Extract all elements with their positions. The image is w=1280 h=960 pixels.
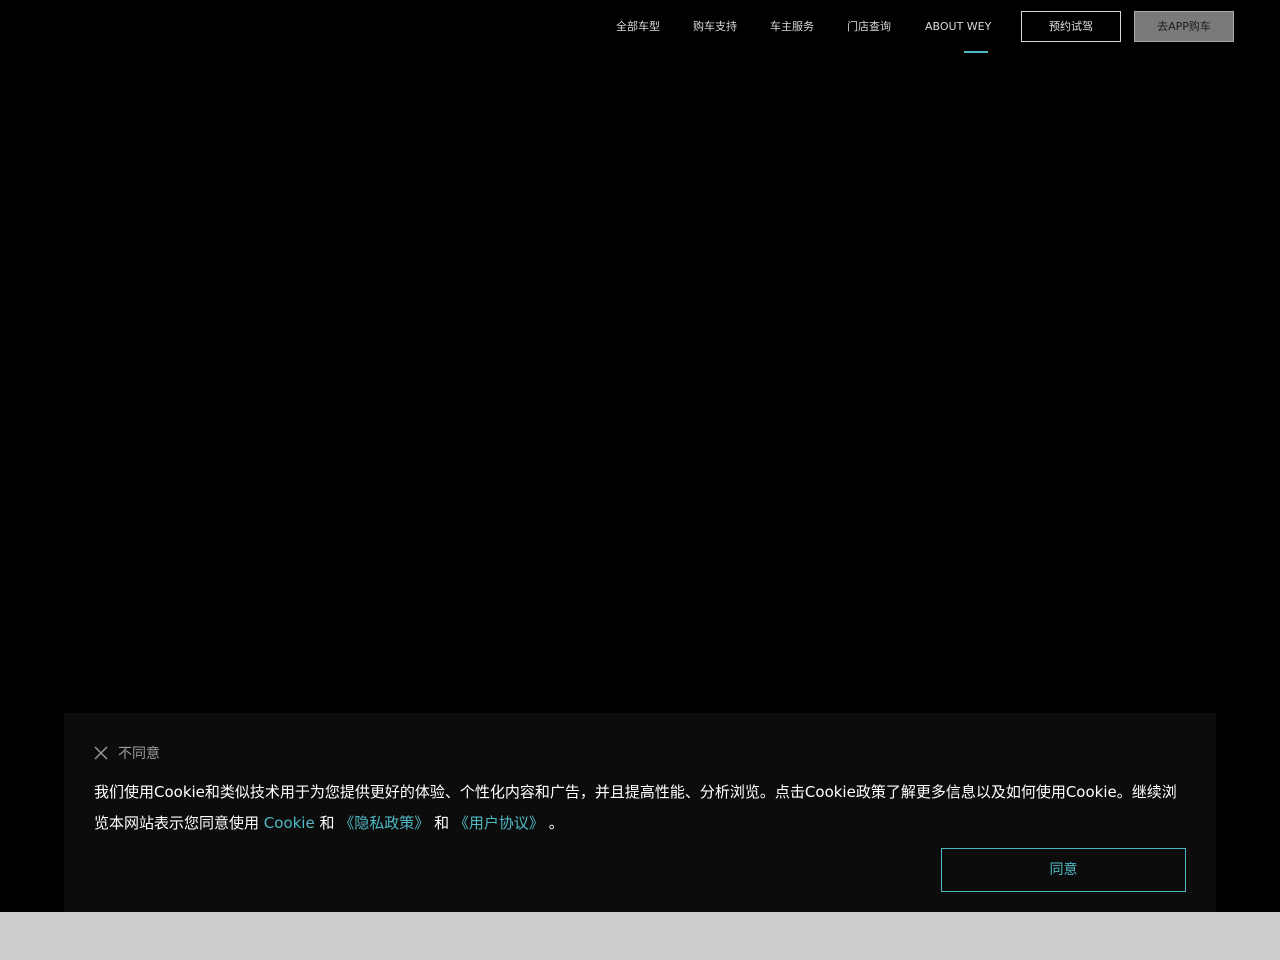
nav-item-purchase-support[interactable]: 购车支持 [693, 18, 737, 36]
agree-button[interactable]: 同意 [941, 848, 1186, 892]
app-buy-button[interactable]: 去APP购车 [1134, 11, 1234, 42]
conjunction-and-1: 和 [319, 814, 335, 832]
nav-item-all-models[interactable]: 全部车型 [616, 18, 660, 36]
cookie-notice-text: 我们使用Cookie和类似技术用于为您提供更好的体验、个性化内容和广告，并且提高… [94, 777, 1189, 839]
nav-item-owner-service[interactable]: 车主服务 [770, 18, 814, 36]
cookie-consent-panel: 不同意 我们使用Cookie和类似技术用于为您提供更好的体验、个性化内容和广告，… [64, 713, 1216, 912]
top-navigation: 全部车型 购车支持 车主服务 门店查询 ABOUT WEY 预约试驾 去APP购… [0, 0, 1280, 54]
nav-item-about-wey[interactable]: ABOUT WEY [925, 18, 991, 36]
active-nav-indicator [964, 51, 988, 53]
footer-strip [0, 912, 1280, 960]
disagree-label: 不同意 [118, 746, 160, 762]
disagree-button[interactable]: 不同意 [94, 743, 160, 763]
user-agreement-link[interactable]: 《用户协议》 [454, 814, 544, 832]
sentence-period: 。 [548, 814, 564, 832]
privacy-policy-link[interactable]: 《隐私政策》 [339, 814, 429, 832]
cookie-policy-link[interactable]: Cookie [264, 814, 315, 832]
test-drive-button[interactable]: 预约试驾 [1021, 11, 1121, 42]
nav-item-store-locator[interactable]: 门店查询 [847, 18, 891, 36]
page-background: 全部车型 购车支持 车主服务 门店查询 ABOUT WEY 预约试驾 去APP购… [0, 0, 1280, 912]
conjunction-and-2: 和 [434, 814, 450, 832]
cookie-notice-main: 我们使用Cookie和类似技术用于为您提供更好的体验、个性化内容和广告，并且提高… [94, 783, 1177, 832]
close-icon [94, 746, 108, 760]
